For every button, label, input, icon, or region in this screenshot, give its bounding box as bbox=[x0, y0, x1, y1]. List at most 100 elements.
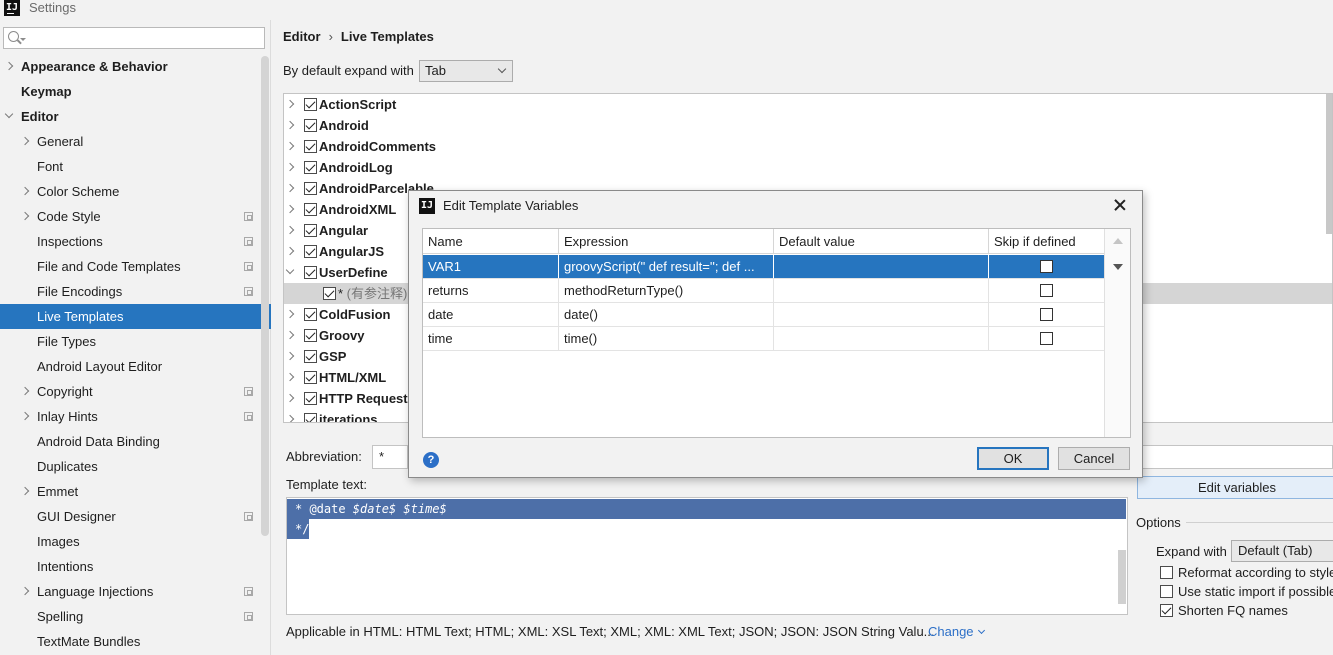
chevron-right-icon[interactable] bbox=[285, 351, 295, 361]
move-down-icon[interactable] bbox=[1113, 264, 1123, 270]
variable-row[interactable]: date date() bbox=[423, 303, 1105, 327]
sidebar-item-font[interactable]: Font bbox=[0, 154, 271, 179]
chevron-right-icon[interactable] bbox=[285, 99, 295, 109]
template-checkbox[interactable] bbox=[304, 161, 317, 174]
close-icon[interactable] bbox=[1112, 197, 1128, 213]
template-checkbox[interactable] bbox=[304, 392, 317, 405]
option-checkbox[interactable] bbox=[1160, 604, 1173, 617]
template-checkbox[interactable] bbox=[304, 119, 317, 132]
variable-name-cell[interactable]: VAR1 bbox=[423, 255, 559, 278]
template-text-editor[interactable]: * @date $date$ $time$ */ bbox=[286, 497, 1128, 615]
variable-row[interactable]: time time() bbox=[423, 327, 1105, 351]
edit-variables-button[interactable]: Edit variables bbox=[1137, 476, 1333, 499]
sidebar-item-copyright[interactable]: Copyright bbox=[0, 379, 271, 404]
option-checkbox[interactable] bbox=[1160, 585, 1173, 598]
variable-expression-cell[interactable]: date() bbox=[559, 303, 774, 326]
sidebar-item-emmet[interactable]: Emmet bbox=[0, 479, 271, 504]
chevron-right-icon[interactable] bbox=[285, 204, 295, 214]
chevron-right-icon[interactable] bbox=[20, 586, 30, 596]
sidebar-item-file-and-code-templates[interactable]: File and Code Templates bbox=[0, 254, 271, 279]
variable-name-cell[interactable]: date bbox=[423, 303, 559, 326]
sidebar-item-language-injections[interactable]: Language Injections bbox=[0, 579, 271, 604]
template-group-actionscript[interactable]: ActionScript bbox=[284, 94, 1332, 115]
chevron-right-icon[interactable] bbox=[20, 136, 30, 146]
template-group-androidcomments[interactable]: AndroidComments bbox=[284, 136, 1332, 157]
variable-expression-cell[interactable]: methodReturnType() bbox=[559, 279, 774, 302]
template-line-2[interactable]: */ bbox=[287, 519, 309, 539]
template-checkbox[interactable] bbox=[304, 329, 317, 342]
sidebar-item-android-layout-editor[interactable]: Android Layout Editor bbox=[0, 354, 271, 379]
template-checkbox[interactable] bbox=[323, 287, 336, 300]
skip-if-defined-checkbox[interactable] bbox=[1040, 308, 1053, 321]
abbreviation-input[interactable]: * bbox=[372, 445, 408, 469]
template-checkbox[interactable] bbox=[304, 140, 317, 153]
skip-if-defined-checkbox[interactable] bbox=[1040, 284, 1053, 297]
template-checkbox[interactable] bbox=[304, 182, 317, 195]
chevron-right-icon[interactable] bbox=[20, 186, 30, 196]
sidebar-item-appearance-behavior[interactable]: Appearance & Behavior bbox=[0, 54, 271, 79]
search-input[interactable] bbox=[3, 27, 265, 49]
sidebar-item-textmate-bundles[interactable]: TextMate Bundles bbox=[0, 629, 271, 654]
column-header-default-value[interactable]: Default value bbox=[774, 229, 989, 254]
skip-if-defined-checkbox[interactable] bbox=[1040, 260, 1053, 273]
breadcrumb-editor[interactable]: Editor bbox=[283, 29, 321, 44]
template-checkbox[interactable] bbox=[304, 245, 317, 258]
chevron-right-icon[interactable] bbox=[20, 211, 30, 221]
sidebar-scrollbar[interactable] bbox=[261, 56, 269, 536]
chevron-right-icon[interactable] bbox=[285, 309, 295, 319]
skip-if-defined-checkbox[interactable] bbox=[1040, 332, 1053, 345]
sidebar-item-android-data-binding[interactable]: Android Data Binding bbox=[0, 429, 271, 454]
template-checkbox[interactable] bbox=[304, 350, 317, 363]
cancel-button[interactable]: Cancel bbox=[1058, 447, 1130, 470]
sidebar-item-general[interactable]: General bbox=[0, 129, 271, 154]
sidebar-item-file-encodings[interactable]: File Encodings bbox=[0, 279, 271, 304]
sidebar-item-spelling[interactable]: Spelling bbox=[0, 604, 271, 629]
template-checkbox[interactable] bbox=[304, 98, 317, 111]
chevron-right-icon[interactable] bbox=[20, 386, 30, 396]
chevron-right-icon[interactable] bbox=[285, 120, 295, 130]
templates-scrollbar[interactable] bbox=[1326, 94, 1332, 234]
variable-expression-cell[interactable]: time() bbox=[559, 327, 774, 350]
template-checkbox[interactable] bbox=[304, 308, 317, 321]
editor-scrollbar[interactable] bbox=[1118, 550, 1126, 604]
chevron-right-icon[interactable] bbox=[285, 162, 295, 172]
sidebar-item-file-types[interactable]: File Types bbox=[0, 329, 271, 354]
chevron-right-icon[interactable] bbox=[285, 330, 295, 340]
sidebar-item-color-scheme[interactable]: Color Scheme bbox=[0, 179, 271, 204]
move-up-icon[interactable] bbox=[1113, 238, 1123, 244]
variable-expression-cell[interactable]: groovyScript(" def result=''; def ... bbox=[559, 255, 774, 278]
variable-name-cell[interactable]: time bbox=[423, 327, 559, 350]
help-icon[interactable]: ? bbox=[423, 452, 439, 468]
sidebar-item-editor[interactable]: Editor bbox=[0, 104, 271, 129]
sidebar-item-inlay-hints[interactable]: Inlay Hints bbox=[0, 404, 271, 429]
change-contexts-link[interactable]: Change bbox=[928, 624, 985, 639]
default-expand-select[interactable]: Tab bbox=[419, 60, 513, 82]
variable-name-cell[interactable]: returns bbox=[423, 279, 559, 302]
chevron-right-icon[interactable] bbox=[20, 486, 30, 496]
description-input[interactable] bbox=[1143, 445, 1333, 469]
chevron-right-icon[interactable] bbox=[285, 393, 295, 403]
option-checkbox[interactable] bbox=[1160, 566, 1173, 579]
sidebar-item-gui-designer[interactable]: GUI Designer bbox=[0, 504, 271, 529]
sidebar-item-live-templates[interactable]: Live Templates bbox=[0, 304, 271, 329]
variable-default-cell[interactable] bbox=[774, 279, 989, 302]
template-checkbox[interactable] bbox=[304, 266, 317, 279]
column-header-name[interactable]: Name bbox=[423, 229, 559, 254]
template-checkbox[interactable] bbox=[304, 203, 317, 216]
variable-default-cell[interactable] bbox=[774, 303, 989, 326]
chevron-right-icon[interactable] bbox=[285, 183, 295, 193]
chevron-right-icon[interactable] bbox=[285, 414, 295, 422]
column-header-expression[interactable]: Expression bbox=[559, 229, 774, 254]
ok-button[interactable]: OK bbox=[977, 447, 1049, 470]
sidebar-item-duplicates[interactable]: Duplicates bbox=[0, 454, 271, 479]
variable-default-cell[interactable] bbox=[774, 255, 989, 278]
chevron-right-icon[interactable] bbox=[285, 225, 295, 235]
chevron-right-icon[interactable] bbox=[285, 141, 295, 151]
template-checkbox[interactable] bbox=[304, 224, 317, 237]
template-line-1[interactable]: * @date $date$ $time$ bbox=[287, 499, 1126, 519]
template-checkbox[interactable] bbox=[304, 371, 317, 384]
column-header-skip-if-defined[interactable]: Skip if defined bbox=[989, 229, 1105, 254]
chevron-right-icon[interactable] bbox=[4, 61, 14, 71]
variable-default-cell[interactable] bbox=[774, 327, 989, 350]
variable-row[interactable]: VAR1 groovyScript(" def result=''; def ..… bbox=[423, 255, 1105, 279]
